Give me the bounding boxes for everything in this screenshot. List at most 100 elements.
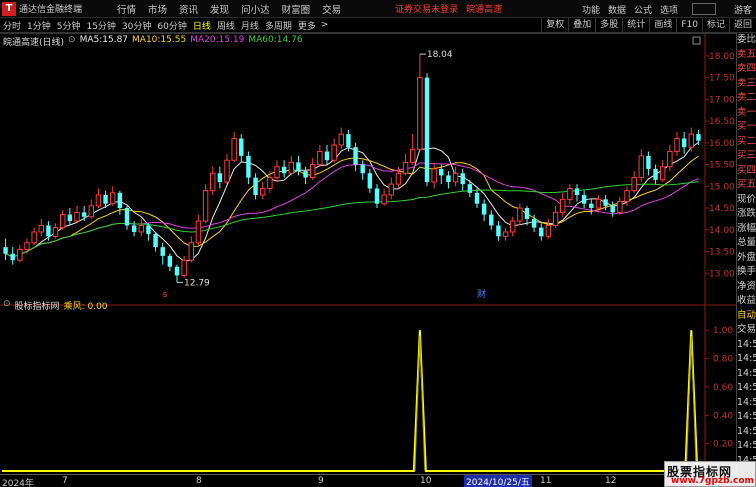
window-control-button[interactable] [692,3,716,15]
candle-body [489,214,494,226]
tool-f10[interactable]: F10 [676,18,702,33]
menu-assistant[interactable]: 问小达 [235,2,276,16]
menu-news[interactable]: 资讯 [173,2,204,16]
quote-row: 14:5 [737,353,756,364]
ma10-label: MA10:15.55 [132,35,187,45]
candle-body [317,151,323,166]
sub-tick-label: 0.80 [713,355,733,365]
menu-options[interactable]: 选项 [656,3,682,16]
candle-body [603,199,608,206]
quote-row: 卖五 [737,48,756,60]
period-1min[interactable]: 1分钟 [24,19,54,32]
guest-user[interactable]: 游客 [734,3,752,16]
price-tick-label: 14.00 [709,226,735,236]
menu-trade[interactable]: 交易 [316,2,347,16]
period-multi[interactable]: 多周期 [262,19,295,32]
quote-row: 外盘 [737,251,756,263]
quote-row: 涨幅 [737,222,756,234]
menu-functions[interactable]: 功能 [578,3,604,16]
period-more[interactable]: 更多 [295,19,319,32]
tool-back[interactable]: 返回 [728,18,756,33]
candle-body [174,266,180,276]
ma-line-ma5 [5,141,699,262]
candle-body [346,134,351,148]
tool-multi-stock[interactable]: 多股 [595,18,622,33]
candle-body [381,194,387,205]
stock-name: 皖通高速 [466,5,503,15]
settings-icon[interactable]: ⊙ [68,35,76,47]
candle-body [417,77,423,150]
candle-body [210,172,216,192]
quote-row: 14:5 [737,396,756,408]
candle-body [688,133,694,148]
quote-row: 收益 [737,295,756,306]
menu-market-quotes[interactable]: 行情 [111,2,142,16]
candle-body [324,151,330,161]
candle-body [267,177,273,189]
tool-mark[interactable]: 标记 [701,18,729,33]
candle-body [3,247,8,254]
candle-body [253,177,258,195]
event-marker: s [163,290,168,300]
candle-body [296,162,301,172]
quote-row: 涨跌 [737,208,756,219]
candle-body [539,227,544,237]
date-label-dec: 12 [605,476,617,486]
candle-body [667,151,673,168]
tool-adjust[interactable]: 复权 [541,18,568,33]
candle-body [146,225,151,235]
candle-body [67,214,73,222]
candle-body [95,194,102,207]
quote-row: 现价 [737,193,756,205]
candle-body [81,212,87,217]
menu-discover[interactable]: 发现 [204,2,235,16]
low-price-label: 12.79 [184,278,210,288]
candle-body [567,187,573,200]
candle-body [117,192,123,209]
period-monthly[interactable]: 月线 [238,19,262,32]
period-weekly[interactable]: 周线 [214,19,238,32]
period-60min[interactable]: 60分钟 [154,19,189,32]
settings-icon[interactable]: ⊙ [3,299,11,311]
period-daily[interactable]: 日线 [190,19,214,32]
candle-body [10,253,15,261]
menu-market[interactable]: 市场 [142,2,173,16]
tool-draw-line[interactable]: 画线 [649,18,676,33]
menu-formula[interactable]: 公式 [630,3,656,16]
candle-body [167,255,173,267]
candle-body [460,173,465,185]
sub-indicator-legend: ⊙ 股标指标网 乘风: 0.00 [3,299,108,312]
login-warning[interactable]: 证券交易未登录 [395,2,458,15]
candle-body [431,168,437,183]
candle-body [17,248,23,261]
quote-row: 卖四 [737,63,756,74]
period-intraday[interactable]: 分时 [0,19,24,32]
price-tick-label: 15.50 [709,161,735,171]
sub-indicator-label: 乘风: 0.00 [63,302,108,312]
period-30min[interactable]: 30分钟 [119,19,154,32]
sub-indicator-line [2,330,702,472]
quote-row: 买三 [737,150,756,161]
quote-row: 14:5 [737,367,756,379]
quote-row: 14:5 [737,338,756,350]
quote-row: 卖二 [737,92,756,103]
period-5min[interactable]: 5分钟 [54,19,84,32]
candle-body [60,214,66,229]
sub-indicator-title: 股标指标网 [14,302,60,312]
site-watermark: 股票指标网 www.7gpzb.com [664,461,756,487]
ma-line-ma60 [5,181,699,258]
date-label-jul: 7 [62,476,68,486]
quote-row: 委比 [737,34,756,45]
price-tick-label: 17.50 [709,74,735,84]
kline-chart[interactable]: 18.00 17.50 17.00 16.50 16.00 15.50 15.00 14.50… [0,33,736,474]
quote-row: 卖一 [737,106,756,118]
candle-body [231,137,237,161]
tool-statistics[interactable]: 统计 [622,18,649,33]
menu-data[interactable]: 数据 [604,3,630,16]
menu-wealth-circle[interactable]: 财富圈 [276,2,317,16]
candle-body [202,190,209,222]
period-15min[interactable]: 15分钟 [83,19,118,32]
chevron-right-icon[interactable]: > [319,20,331,30]
tool-overlay[interactable]: 叠加 [568,18,595,33]
candle-body [131,225,137,232]
